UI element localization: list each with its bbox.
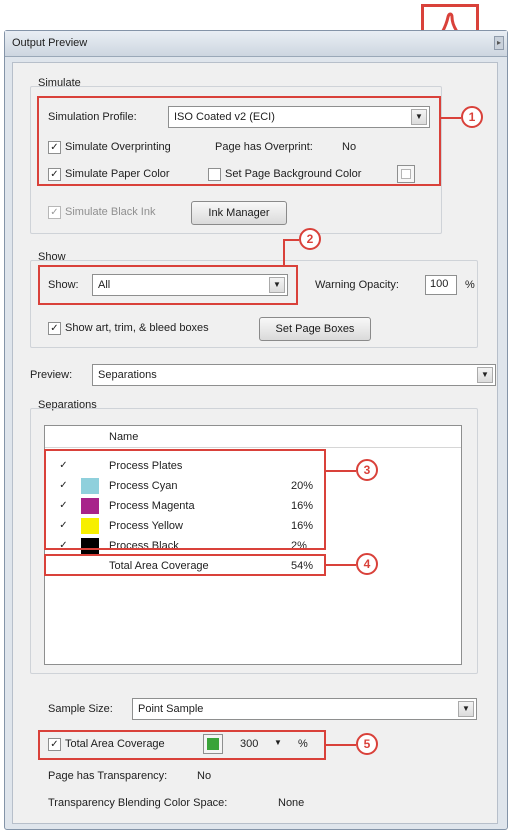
callout-box-4: [44, 554, 326, 576]
show-boxes-checkbox[interactable]: ✓: [48, 322, 61, 335]
simulation-profile-label: Simulation Profile:: [48, 111, 137, 123]
callout-line-4: [326, 564, 356, 566]
sample-size-label: Sample Size:: [48, 703, 113, 715]
callout-line-2-vertical: [283, 239, 285, 266]
total-area-coverage-option-label: Total Area Coverage: [65, 738, 165, 750]
callout-number-4: 4: [356, 553, 378, 575]
coverage-color-swatch[interactable]: [203, 734, 223, 754]
window-title: Output Preview: [12, 37, 88, 49]
chevron-down-icon[interactable]: ▼: [458, 701, 474, 717]
callout-line-1: [441, 117, 461, 119]
callout-box-3: [44, 449, 326, 550]
column-name-header[interactable]: Name: [109, 431, 138, 443]
page-transparency-label: Page has Transparency:: [48, 770, 168, 782]
chevron-down-icon[interactable]: ▼: [411, 109, 427, 125]
ink-manager-button[interactable]: Ink Manager: [191, 201, 287, 225]
callout-number-5: 5: [356, 733, 378, 755]
callout-number-3: 3: [356, 459, 378, 481]
coverage-swatch-fill: [207, 738, 219, 750]
callout-line-2: [283, 239, 299, 241]
overprint-status-value: No: [342, 141, 357, 153]
title-bar[interactable]: Output Preview ▸: [5, 31, 507, 57]
blending-space-value: None: [278, 797, 305, 809]
show-dropdown[interactable]: All ▼: [92, 274, 288, 296]
simulate-overprinting-checkbox[interactable]: ✓: [48, 141, 61, 154]
simulate-black-ink-label: Simulate Black Ink: [65, 206, 156, 218]
show-value: All: [98, 279, 111, 291]
callout-line-3: [326, 470, 356, 472]
callout-number-2: 2: [299, 228, 321, 250]
chevron-down-icon[interactable]: ▼: [274, 738, 282, 747]
preview-value: Separations: [98, 369, 157, 381]
page-background-color-label: Set Page Background Color: [225, 168, 362, 180]
coverage-threshold-value[interactable]: 300: [240, 738, 258, 750]
sample-size-dropdown[interactable]: Point Sample ▼: [132, 698, 477, 720]
swatch-fill: [401, 169, 411, 179]
simulation-profile-value: ISO Coated v2 (ECI): [174, 111, 275, 123]
simulate-paper-color-checkbox[interactable]: ✓: [48, 168, 61, 181]
simulation-profile-dropdown[interactable]: ISO Coated v2 (ECI) ▼: [168, 106, 430, 128]
chevron-down-icon[interactable]: ▼: [477, 367, 493, 383]
warning-opacity-label: Warning Opacity:: [315, 279, 399, 291]
warning-opacity-input[interactable]: 100: [425, 275, 457, 295]
blending-space-label: Transparency Blending Color Space:: [48, 797, 228, 809]
show-boxes-label: Show art, trim, & bleed boxes: [65, 322, 209, 334]
sample-size-value: Point Sample: [138, 703, 204, 715]
panel-menu-icon[interactable]: ▸: [494, 36, 504, 50]
page-background-color-checkbox[interactable]: [208, 168, 221, 181]
page-background-color-swatch[interactable]: [397, 165, 415, 183]
simulate-overprinting-label: Simulate Overprinting: [65, 141, 171, 153]
overprint-status-label: Page has Overprint:: [215, 141, 313, 153]
page-transparency-value: No: [197, 770, 212, 782]
preview-label: Preview:: [30, 369, 73, 381]
simulate-paper-color-label: Simulate Paper Color: [65, 168, 170, 180]
callout-number-1: 1: [461, 106, 483, 128]
simulate-black-ink-checkbox[interactable]: ✓: [48, 206, 61, 219]
set-page-boxes-button[interactable]: Set Page Boxes: [259, 317, 371, 341]
chevron-down-icon[interactable]: ▼: [269, 277, 285, 293]
separations-list-header: Name: [45, 426, 461, 448]
total-area-coverage-checkbox[interactable]: ✓: [48, 738, 61, 751]
show-label: Show:: [48, 279, 79, 291]
callout-line-5: [326, 744, 356, 746]
coverage-percent: %: [298, 738, 308, 750]
warning-opacity-percent: %: [465, 279, 475, 291]
preview-dropdown[interactable]: Separations ▼: [92, 364, 496, 386]
